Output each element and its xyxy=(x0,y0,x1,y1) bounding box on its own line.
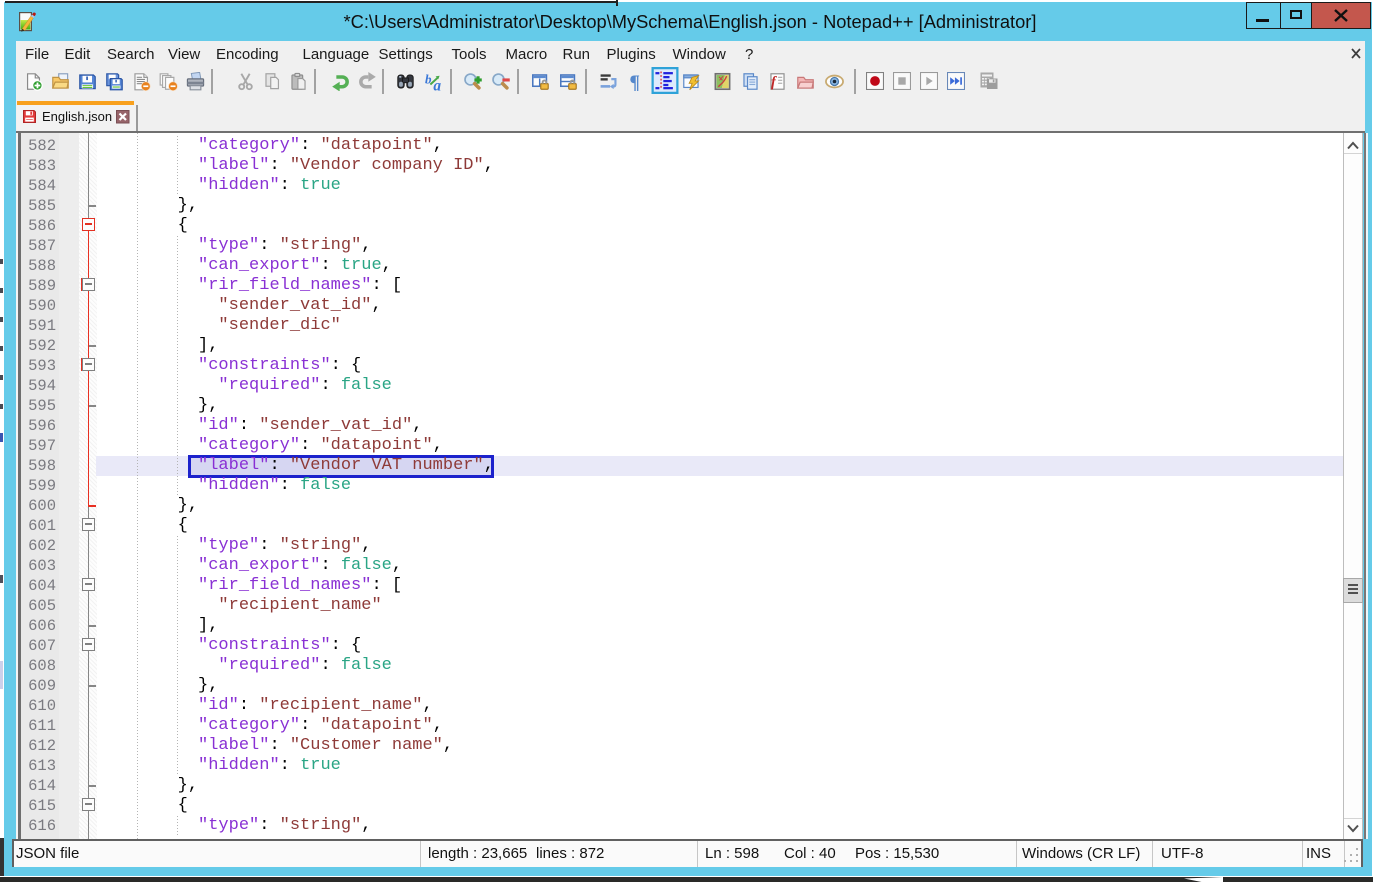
svg-text:¶: ¶ xyxy=(629,72,640,90)
